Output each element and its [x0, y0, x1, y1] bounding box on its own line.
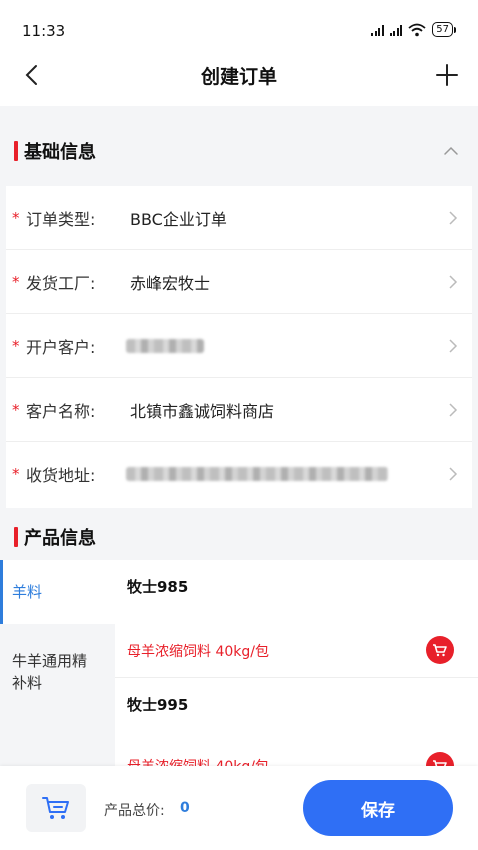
- cart-icon: [42, 797, 69, 819]
- cart-button[interactable]: [26, 784, 86, 832]
- customer-name-value: 北镇市鑫诚饲料商店: [130, 401, 275, 421]
- nav-bar: 创建订单: [0, 44, 478, 106]
- battery-level: 57: [432, 22, 453, 37]
- product-info-title: 产品信息: [24, 528, 96, 549]
- order-type-row[interactable]: * 订单类型: BBC企业订单: [6, 186, 472, 250]
- basic-info-form: * 订单类型: BBC企业订单 * 发货工厂: 赤峰宏牧士 * 开户客户: * …: [6, 186, 472, 508]
- signal-icon: [371, 24, 384, 36]
- add-to-cart-button[interactable]: [426, 752, 454, 766]
- status-bar: 11:33 57: [0, 0, 478, 44]
- signal-icon-2: [389, 24, 403, 36]
- category-list: 羊料 牛羊通用精补料: [0, 560, 115, 766]
- chevron-right-icon: [449, 467, 458, 481]
- account-customer-label: 开户客户:: [26, 337, 96, 357]
- address-label: 收货地址:: [26, 466, 96, 485]
- chevron-up-icon[interactable]: [442, 142, 460, 160]
- category-item-cattle-sheep[interactable]: 牛羊通用精补料: [0, 650, 100, 694]
- factory-value: 赤峰宏牧士: [130, 273, 211, 293]
- battery-icon: 57: [432, 22, 456, 37]
- status-icons: 57: [371, 22, 456, 37]
- required-mark: *: [12, 336, 20, 355]
- section-marker: [14, 527, 18, 547]
- required-mark: *: [12, 272, 20, 291]
- category-item-sheep[interactable]: 羊料: [0, 560, 115, 624]
- divider: [115, 677, 478, 678]
- product-info-header: 产品信息: [0, 512, 478, 562]
- factory-row[interactable]: * 发货工厂: 赤峰宏牧士: [6, 250, 472, 314]
- wifi-icon: [408, 23, 426, 36]
- chevron-right-icon: [449, 403, 458, 417]
- required-mark: *: [12, 400, 20, 419]
- factory-label: 发货工厂:: [26, 273, 96, 293]
- product-brand: 牧士985: [127, 578, 189, 596]
- chevron-right-icon: [449, 275, 458, 289]
- section-marker: [14, 141, 18, 161]
- status-time: 11:33: [22, 22, 66, 40]
- basic-info-title: 基础信息: [24, 142, 96, 163]
- basic-info-header[interactable]: 基础信息: [0, 126, 478, 176]
- account-customer-row[interactable]: * 开户客户:: [6, 314, 472, 378]
- chevron-right-icon: [449, 211, 458, 225]
- chevron-right-icon: [449, 339, 458, 353]
- product-brand: 牧士995: [127, 696, 189, 714]
- cart-icon: [433, 644, 447, 657]
- order-type-value: BBC企业订单: [130, 209, 227, 229]
- add-to-cart-button[interactable]: [426, 636, 454, 664]
- page-title: 创建订单: [200, 66, 277, 88]
- redacted-value: [126, 467, 388, 481]
- product-list: 牧士985 母羊浓缩饲料 40kg/包 牧士995 母羊浓缩饲料 40kg/包: [115, 560, 478, 766]
- total-price-value: 0: [180, 800, 190, 816]
- plus-icon[interactable]: [432, 60, 462, 90]
- order-type-label: 订单类型:: [26, 209, 96, 229]
- save-button[interactable]: 保存: [303, 780, 453, 836]
- product-name[interactable]: 母羊浓缩饲料 40kg/包: [127, 756, 269, 766]
- cart-icon: [433, 760, 447, 766]
- redacted-value: [126, 338, 204, 353]
- required-mark: *: [12, 465, 20, 483]
- total-price-label: 产品总价:: [104, 803, 165, 819]
- address-row[interactable]: * 收货地址:: [6, 442, 472, 506]
- product-name[interactable]: 母羊浓缩饲料 40kg/包: [127, 641, 269, 661]
- bottom-bar: 产品总价: 0 保存: [0, 766, 478, 850]
- customer-name-label: 客户名称:: [26, 401, 96, 421]
- required-mark: *: [12, 208, 20, 227]
- customer-name-row[interactable]: * 客户名称: 北镇市鑫诚饲料商店: [6, 378, 472, 442]
